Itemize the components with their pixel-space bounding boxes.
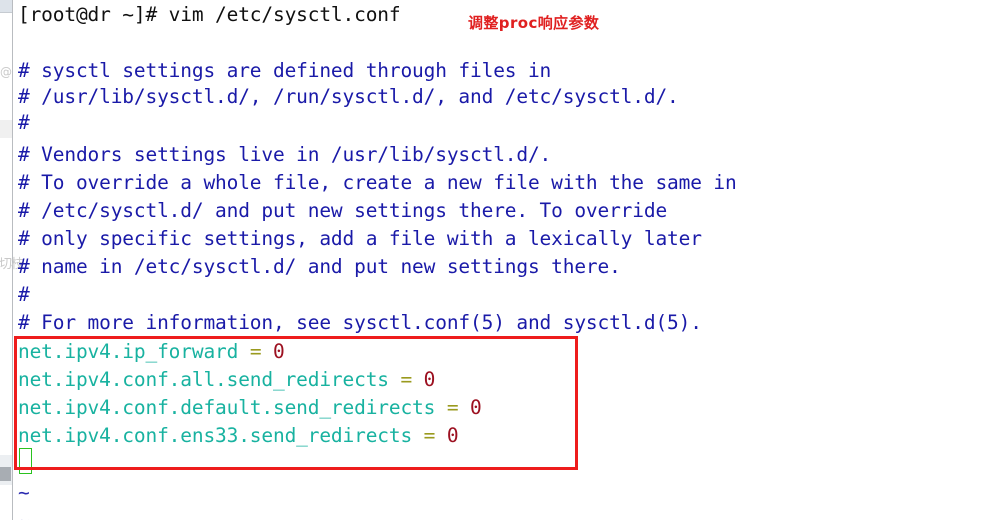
sysctl-config-row: net.ipv4.ip_forward = 0 xyxy=(18,339,285,364)
vim-comment-line-5: # To override a whole file, create a new… xyxy=(18,171,737,194)
terminal-content: [root@dr ~]# vim /etc/sysctl.conf # sysc… xyxy=(14,0,996,520)
shell-prompt-line: [root@dr ~]# vim /etc/sysctl.conf xyxy=(18,3,401,26)
vim-comment-line-1: # sysctl settings are defined through fi… xyxy=(18,59,552,82)
vim-empty-line-marker: ~ xyxy=(18,481,30,504)
watermark-fragment-1: @ xyxy=(0,65,12,79)
vim-comment-line-8: # name in /etc/sysctl.d/ and put new set… xyxy=(18,255,621,278)
sysctl-equals: = xyxy=(400,368,413,391)
sysctl-key: net.ipv4.conf.default.send_redirects xyxy=(18,396,436,419)
vim-comment-line-9: # xyxy=(18,283,30,306)
sysctl-equals: = xyxy=(446,396,459,419)
window-chrome-shade-upper xyxy=(0,120,12,138)
sysctl-value: 0 xyxy=(423,368,436,391)
sysctl-value: 0 xyxy=(470,396,482,419)
sysctl-config-row: net.ipv4.conf.all.send_redirects = 0 xyxy=(18,367,435,392)
vim-comment-line-6: # /etc/sysctl.d/ and put new settings th… xyxy=(18,199,668,222)
terminal-screenshot: @ 切枝 [root@dr ~]# vim /etc/sysctl.conf #… xyxy=(0,0,996,520)
sysctl-equals: = xyxy=(249,340,262,363)
vim-comment-line-2: # /usr/lib/sysctl.d/, /run/sysctl.d/, an… xyxy=(18,85,679,108)
sysctl-value: 0 xyxy=(446,424,459,447)
sysctl-equals: = xyxy=(423,424,436,447)
vim-cursor-block xyxy=(19,448,32,474)
sysctl-key: net.ipv4.conf.all.send_redirects xyxy=(18,368,389,391)
red-annotation-text: 调整proc响应参数 xyxy=(468,14,600,32)
vim-comment-line-7: # only specific settings, add a file wit… xyxy=(18,227,702,250)
sysctl-key: net.ipv4.conf.ens33.send_redirects xyxy=(18,424,413,447)
vim-empty-line-marker: ~ xyxy=(18,508,30,520)
sysctl-value: 0 xyxy=(273,340,285,363)
sysctl-config-row: net.ipv4.conf.ens33.send_redirects = 0 xyxy=(18,423,459,448)
vim-comment-line-3: # xyxy=(18,111,30,134)
vim-comment-line-4: # Vendors settings live in /usr/lib/sysc… xyxy=(18,143,552,166)
vim-comment-line-10: # For more information, see sysctl.conf(… xyxy=(18,311,702,334)
sysctl-config-row: net.ipv4.conf.default.send_redirects = 0 xyxy=(18,395,482,420)
window-scrollbar-thumb[interactable] xyxy=(0,467,11,481)
sysctl-key: net.ipv4.ip_forward xyxy=(18,340,239,363)
